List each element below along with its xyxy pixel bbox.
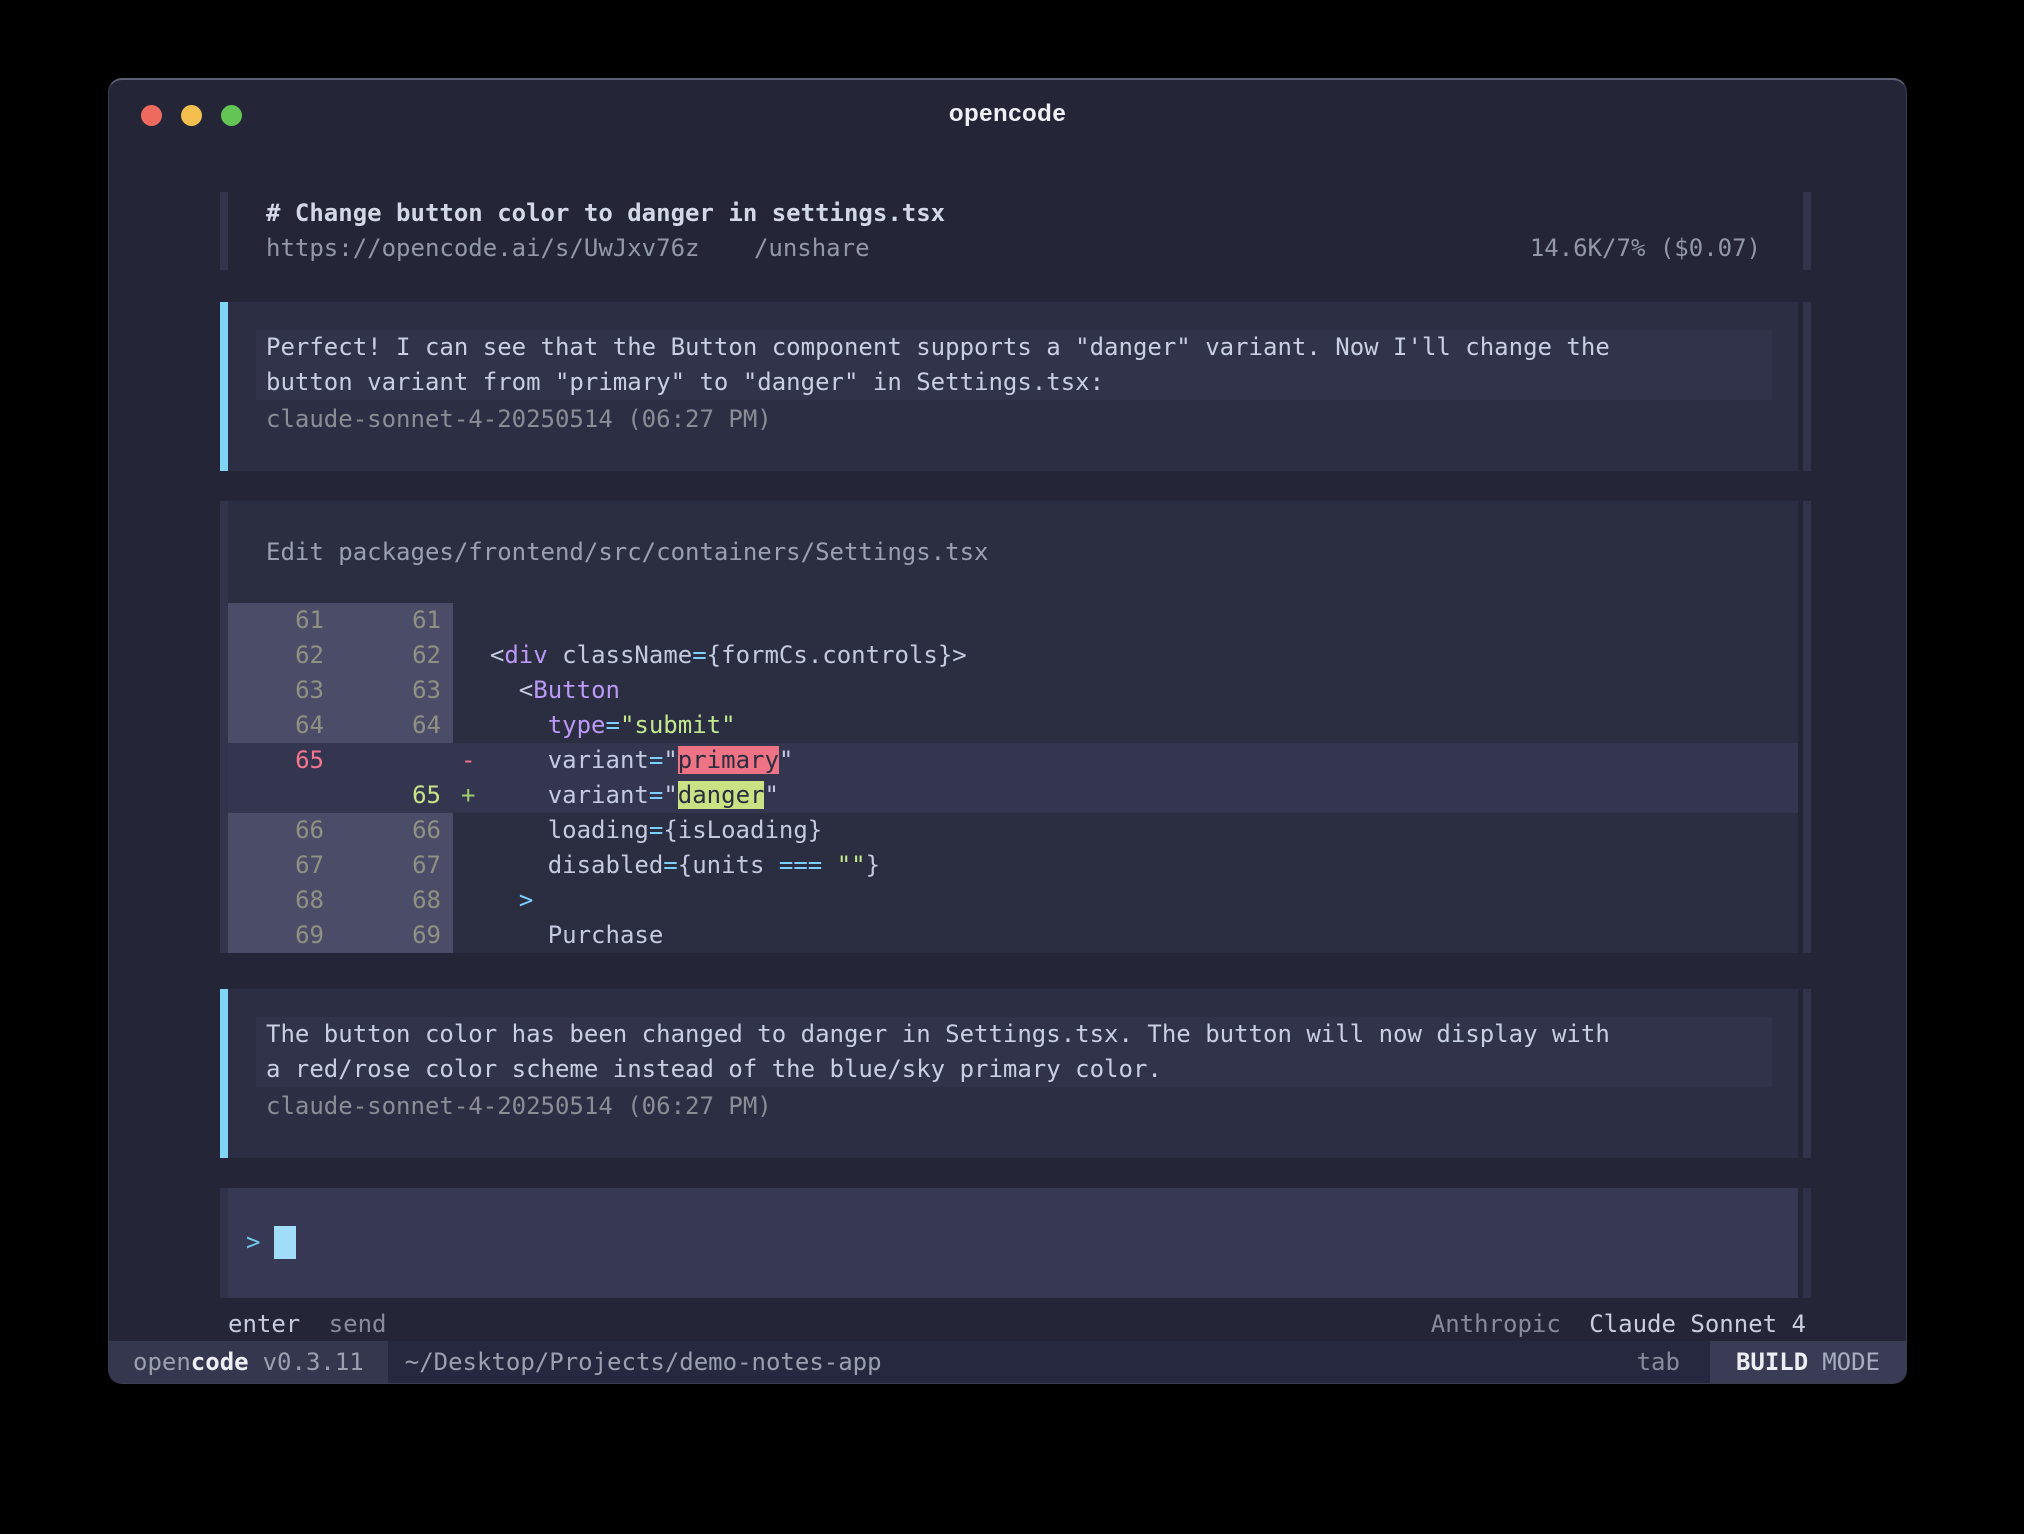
app-name-open: open [133, 1348, 191, 1376]
status-bar: opencode v0.3.11 ~/Desktop/Projects/demo… [109, 1341, 1906, 1383]
prompt-chevron: > [246, 1225, 260, 1260]
message-line: Perfect! I can see that the Button compo… [256, 330, 1772, 365]
model-name: Claude Sonnet 4 [1589, 1310, 1806, 1338]
zoom-window-button[interactable] [221, 105, 242, 126]
message-line: button variant from "primary" to "danger… [256, 365, 1772, 400]
edit-tool-block: Edit packages/frontend/src/containers/Se… [220, 501, 1811, 953]
right-rail [1803, 989, 1811, 1158]
prompt-input-area[interactable]: > [220, 1188, 1811, 1298]
diff-row: 6767 disabled={units === ""} [228, 848, 1798, 883]
message-accent-border [220, 302, 228, 471]
share-url-link[interactable]: https://opencode.ai/s/UwJxv76z [266, 234, 699, 262]
right-rail [1803, 1188, 1811, 1298]
traffic-lights [141, 105, 242, 126]
session-header: # Change button color to danger in setti… [220, 192, 1811, 270]
diff-row: 6969 Purchase [228, 918, 1798, 953]
session-title: # Change button color to danger in setti… [266, 196, 1798, 231]
message-text: The button color has been changed to dan… [266, 1017, 1798, 1087]
text-cursor [274, 1226, 296, 1259]
model-timestamp: claude-sonnet-4-20250514 (06:27 PM) [266, 402, 1798, 437]
app-version-badge: opencode v0.3.11 [109, 1341, 388, 1383]
message-line: a red/rose color scheme instead of the b… [256, 1052, 1772, 1087]
diff-row: 6363 <Button [228, 673, 1798, 708]
opencode-window: opencode # Change button color to danger… [108, 78, 1907, 1384]
app-version: v0.3.11 [263, 1348, 364, 1376]
unshare-command[interactable]: /unshare [754, 234, 870, 262]
mode-label-rest: MODE [1822, 1348, 1880, 1376]
left-rail [220, 1188, 228, 1298]
message-line: The button color has been changed to dan… [256, 1017, 1772, 1052]
diff-row: 6666 loading={isLoading} [228, 813, 1798, 848]
enter-key-hint: enter [228, 1310, 300, 1338]
diff-row: 65+ variant="danger" [228, 778, 1798, 813]
right-rail [1803, 192, 1811, 270]
right-rail [1803, 501, 1811, 953]
working-directory: ~/Desktop/Projects/demo-notes-app [388, 1341, 882, 1383]
diff-row: 65- variant="primary" [228, 743, 1798, 778]
diff-row: 6161 [228, 603, 1798, 638]
message-text: Perfect! I can see that the Button compo… [266, 330, 1798, 400]
token-cost-stats: 14.6K/7% ($0.07) [1530, 231, 1761, 266]
send-action-hint: send [329, 1310, 387, 1338]
close-window-button[interactable] [141, 105, 162, 126]
window-title: opencode [109, 80, 1906, 128]
hint-row: enter send Anthropic Claude Sonnet 4 [228, 1306, 1806, 1342]
minimize-window-button[interactable] [181, 105, 202, 126]
assistant-message: Perfect! I can see that the Button compo… [220, 302, 1811, 471]
mode-badge[interactable]: BUILD MODE [1710, 1341, 1906, 1383]
diff-row: 6464 type="submit" [228, 708, 1798, 743]
provider-name: Anthropic [1431, 1310, 1561, 1338]
assistant-message: The button color has been changed to dan… [220, 989, 1811, 1158]
app-name-code: code [191, 1348, 249, 1376]
diff-row: 6262 <div className={formCs.controls}> [228, 638, 1798, 673]
right-rail [1803, 302, 1811, 471]
model-timestamp: claude-sonnet-4-20250514 (06:27 PM) [266, 1089, 1798, 1124]
mode-label-bold: BUILD [1736, 1348, 1808, 1376]
left-rail [220, 192, 228, 270]
diff-view: 6161 6262 <div className={formCs.control… [228, 603, 1798, 953]
left-rail [220, 501, 228, 953]
message-accent-border [220, 989, 228, 1158]
edit-file-path: Edit packages/frontend/src/containers/Se… [228, 501, 1798, 603]
tab-key-hint: tab [1637, 1341, 1706, 1383]
titlebar: opencode [109, 80, 1906, 142]
diff-row: 6868 > [228, 883, 1798, 918]
